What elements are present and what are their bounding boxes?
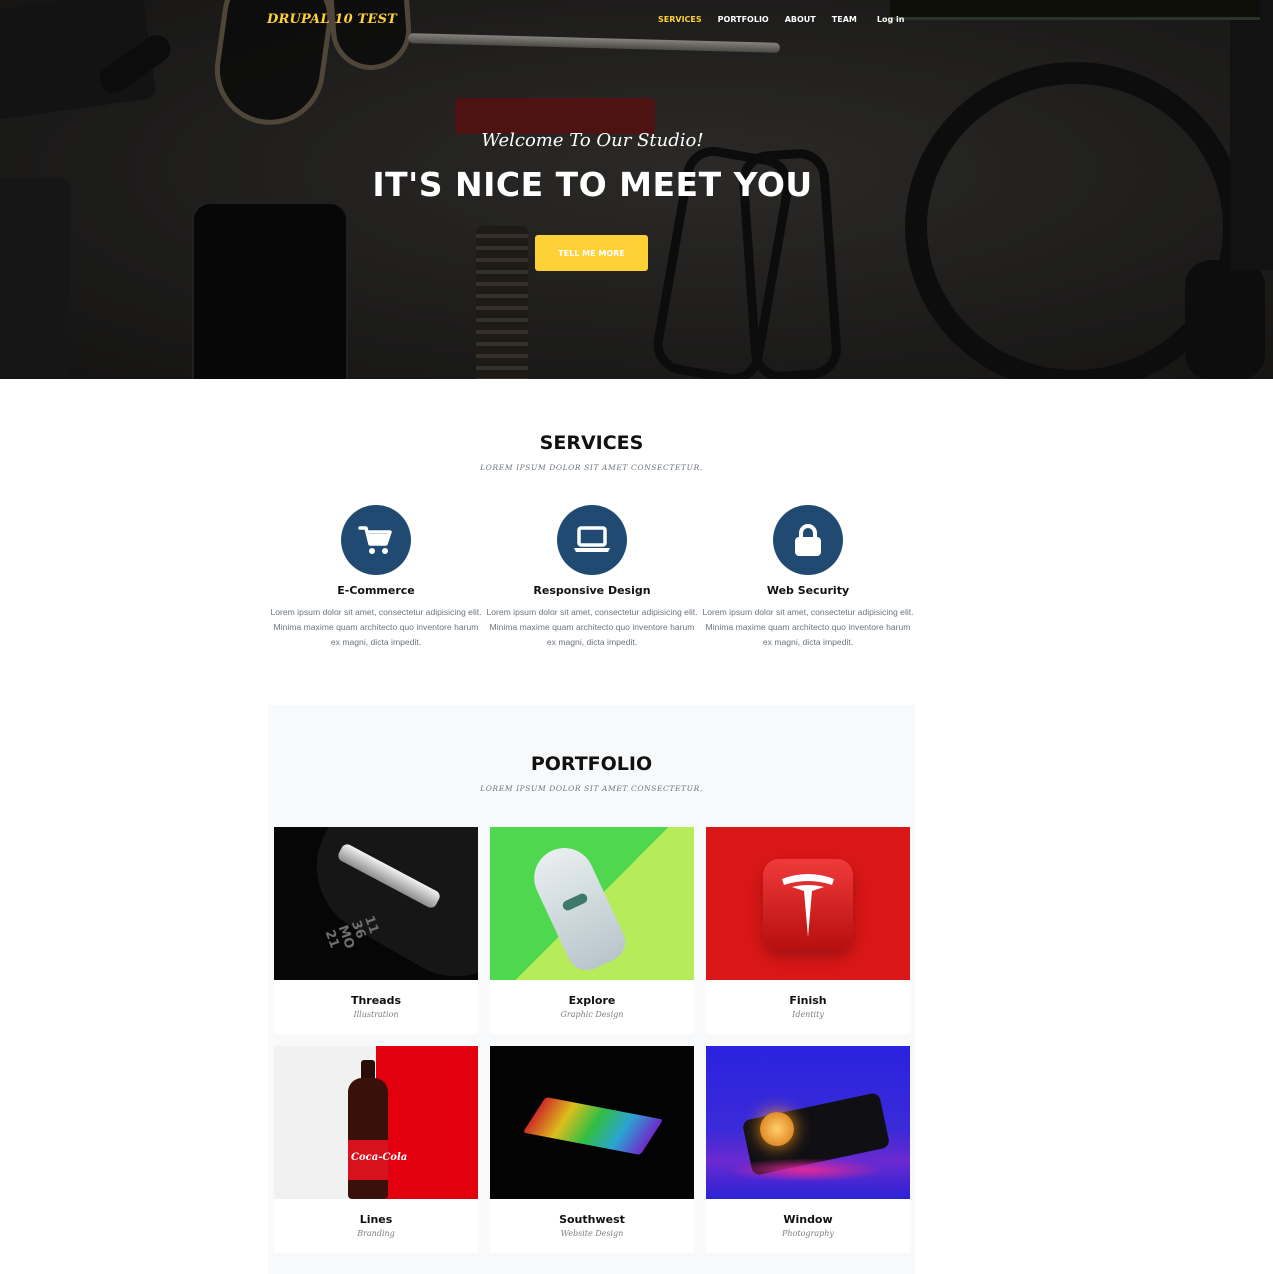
coca-cola-bottle-photo: Coca-Cola — [274, 1046, 478, 1199]
portfolio-item-category: Identity — [792, 1010, 824, 1019]
portfolio-item-title: Threads — [350, 994, 402, 1007]
portfolio-heading: PORTFOLIO — [530, 753, 653, 775]
tell-me-more-button[interactable]: TELL ME MORE — [535, 235, 648, 271]
portfolio-item-title: Finish — [789, 994, 827, 1007]
portfolio-item-southwest[interactable]: Southwest Website Design — [490, 1046, 694, 1253]
hero-heading: IT'S NICE TO MEET YOU — [372, 165, 813, 204]
portfolio-item-explore[interactable]: Explore Graphic Design — [490, 827, 694, 1034]
services-heading: SERVICES — [539, 432, 644, 454]
service-ecommerce: E-Commerce Lorem ipsum dolor sit amet, c… — [270, 505, 482, 650]
service-title: Responsive Design — [533, 584, 651, 597]
portfolio-item-title: Window — [783, 1213, 833, 1226]
tesla-logo-photo — [706, 827, 910, 980]
main-nav: SERVICES PORTFOLIO ABOUT TEAM Log in — [658, 15, 920, 24]
service-text: Lorem ipsum dolor sit amet, consectetur … — [486, 607, 698, 647]
service-web-security: Web Security Lorem ipsum dolor sit amet,… — [702, 505, 914, 650]
laptop-icon — [574, 526, 610, 552]
nav-link-services[interactable]: SERVICES — [658, 15, 702, 24]
portfolio-item-category: Illustration — [353, 1010, 399, 1019]
portfolio-item-lines[interactable]: Coca-Cola Lines Branding — [274, 1046, 478, 1253]
fitness-band-photo: 11 36 MO 21 — [274, 827, 478, 980]
nav-link-portfolio[interactable]: PORTFOLIO — [718, 15, 769, 24]
nav-link-team[interactable]: TEAM — [832, 15, 857, 24]
portfolio-subheading: LOREM IPSUM DOLOR SIT AMET CONSECTETUR. — [480, 784, 703, 793]
nav-link-login[interactable]: Log in — [877, 15, 905, 24]
services-subheading: LOREM IPSUM DOLOR SIT AMET CONSECTETUR. — [480, 463, 703, 472]
portfolio-item-finish[interactable]: Finish Identity — [706, 827, 910, 1034]
portfolio-item-threads[interactable]: 11 36 MO 21 Threads Illustration — [274, 827, 478, 1034]
service-icon-circle — [773, 505, 843, 575]
rgb-keyboard-photo — [490, 1046, 694, 1199]
hero-masthead: DRUPAL 10 TEST SERVICES PORTFOLIO ABOUT … — [0, 0, 1273, 379]
service-text: Lorem ipsum dolor sit amet, consectetur … — [702, 607, 914, 647]
portfolio-item-category: Photography — [782, 1229, 834, 1238]
service-responsive-design: Responsive Design Lorem ipsum dolor sit … — [486, 505, 698, 650]
sneaker-photo — [490, 827, 694, 980]
site-brand-link[interactable]: DRUPAL 10 TEST — [267, 12, 397, 27]
service-icon-circle — [557, 505, 627, 575]
portfolio-item-category: Website Design — [560, 1229, 624, 1238]
hero-subheading: Welcome To Our Studio! — [481, 130, 704, 151]
service-title: E-Commerce — [337, 584, 415, 597]
service-text: Lorem ipsum dolor sit amet, consectetur … — [270, 607, 482, 647]
portfolio-item-title: Lines — [359, 1213, 393, 1226]
chanel-lighter-photo — [706, 1046, 910, 1199]
service-icon-circle — [341, 505, 411, 575]
portfolio-item-title: Explore — [568, 994, 616, 1007]
service-title: Web Security — [766, 584, 850, 597]
portfolio-item-title: Southwest — [559, 1213, 625, 1226]
lock-icon — [795, 524, 821, 556]
portfolio-item-window[interactable]: Window Photography — [706, 1046, 910, 1253]
shopping-cart-icon — [358, 526, 392, 554]
portfolio-item-category: Graphic Design — [560, 1010, 624, 1019]
portfolio-item-category: Branding — [357, 1229, 395, 1238]
nav-link-about[interactable]: ABOUT — [785, 15, 816, 24]
